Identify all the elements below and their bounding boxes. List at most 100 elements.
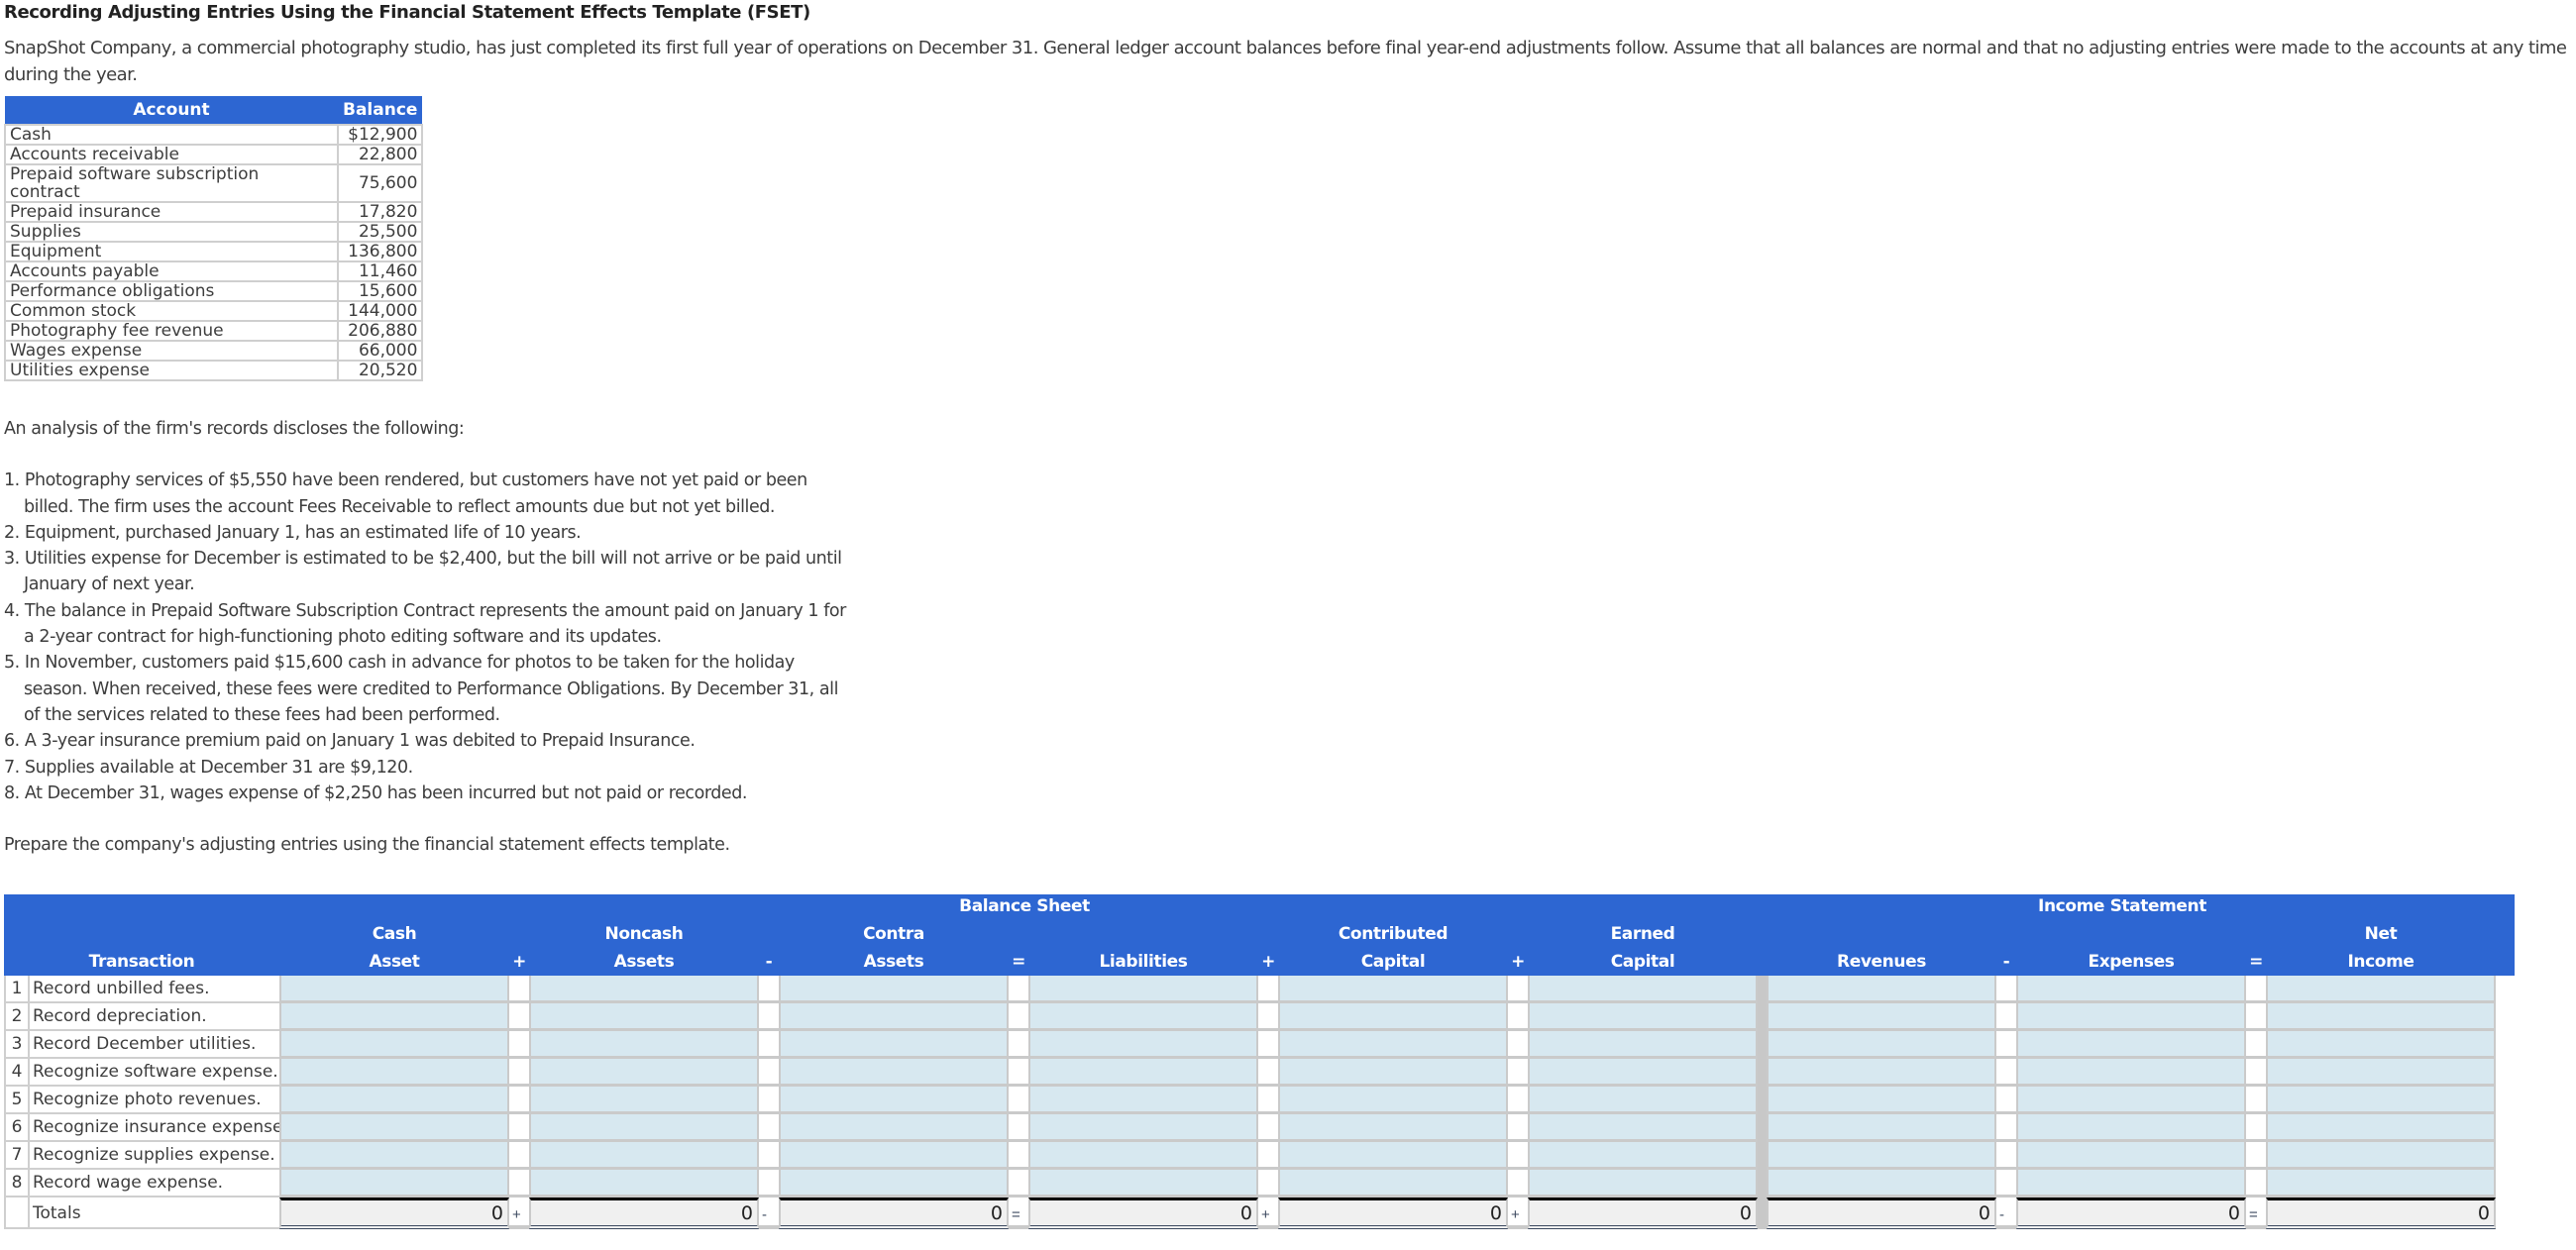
liabilities-input[interactable] <box>1028 1087 1258 1114</box>
earned-input[interactable] <box>1528 1114 1758 1142</box>
operator-spacer <box>1996 1031 2016 1059</box>
contra-input[interactable] <box>779 1059 1009 1087</box>
net-income-input[interactable] <box>2266 1031 2496 1059</box>
cash-input[interactable] <box>279 1059 509 1087</box>
liabilities-input[interactable] <box>1028 976 1258 1003</box>
noncash-input[interactable] <box>529 976 759 1003</box>
operator-spacer <box>2246 1031 2266 1059</box>
earned-input[interactable] <box>1528 1003 1758 1031</box>
contra-input[interactable] <box>779 976 1009 1003</box>
expenses-input[interactable] <box>2016 1170 2246 1198</box>
account-name: Supplies <box>4 221 339 243</box>
contributed-input[interactable] <box>1278 1142 1508 1170</box>
contra-input[interactable] <box>779 1087 1009 1114</box>
account-row: Wages expense 66,000 <box>4 340 424 362</box>
revenues-input[interactable] <box>1767 1087 1996 1114</box>
op-minus: - <box>765 952 773 972</box>
noncash-input[interactable] <box>529 1003 759 1031</box>
liabilities-input[interactable] <box>1028 1114 1258 1142</box>
analysis-item: 3. Utilities expense for December is est… <box>4 549 842 595</box>
contra-input[interactable] <box>779 1031 1009 1059</box>
analysis-item: 5. In November, customers paid $15,600 c… <box>4 653 838 725</box>
account-row: Performance obligations 15,600 <box>4 280 424 302</box>
op-plus: + <box>1261 952 1275 972</box>
cash-input[interactable] <box>279 1142 509 1170</box>
expenses-input[interactable] <box>2016 1059 2246 1087</box>
liabilities-input[interactable] <box>1028 1031 1258 1059</box>
account-balance: 17,820 <box>336 201 424 223</box>
earned-input[interactable] <box>1528 1031 1758 1059</box>
revenues-input[interactable] <box>1767 1059 1996 1087</box>
net-income-input[interactable] <box>2266 1059 2496 1087</box>
transaction-row: 8 Record wage expense. <box>4 1170 2515 1198</box>
transaction-number: 6 <box>4 1114 30 1142</box>
net-income-input[interactable] <box>2266 976 2496 1003</box>
expenses-input[interactable] <box>2016 1003 2246 1031</box>
expenses-input[interactable] <box>2016 1031 2246 1059</box>
cash-input[interactable] <box>279 1170 509 1198</box>
operator-spacer <box>2246 976 2266 1003</box>
account-balance: 66,000 <box>336 340 424 362</box>
revenues-input[interactable] <box>1767 1003 1996 1031</box>
earned-input[interactable] <box>1528 976 1758 1003</box>
revenues-input[interactable] <box>1767 1031 1996 1059</box>
earned-input[interactable] <box>1528 1059 1758 1087</box>
contributed-input[interactable] <box>1278 1114 1508 1142</box>
cash-input[interactable] <box>279 1031 509 1059</box>
operator-spacer <box>1996 1170 2016 1198</box>
account-row: Equipment 136,800 <box>4 241 424 262</box>
operator-spacer <box>2246 1059 2266 1087</box>
liabilities-input[interactable] <box>1028 1142 1258 1170</box>
cash-input[interactable] <box>279 1087 509 1114</box>
revenues-input[interactable] <box>1767 1114 1996 1142</box>
expenses-input[interactable] <box>2016 976 2246 1003</box>
liabilities-input[interactable] <box>1028 1003 1258 1031</box>
noncash-input[interactable] <box>529 1142 759 1170</box>
contributed-input[interactable] <box>1278 976 1508 1003</box>
noncash-input[interactable] <box>529 1031 759 1059</box>
earned-input[interactable] <box>1528 1142 1758 1170</box>
noncash-input[interactable] <box>529 1114 759 1142</box>
operator-spacer <box>759 976 779 1003</box>
noncash-input[interactable] <box>529 1087 759 1114</box>
contributed-input[interactable] <box>1278 1031 1508 1059</box>
noncash-input[interactable] <box>529 1059 759 1087</box>
operator-spacer <box>1258 1059 1278 1087</box>
cash-input[interactable] <box>279 1114 509 1142</box>
operator-spacer <box>1009 1170 1028 1198</box>
contra-input[interactable] <box>779 1170 1009 1198</box>
net-income-input[interactable] <box>2266 1114 2496 1142</box>
cash-input[interactable] <box>279 1003 509 1031</box>
cash-input[interactable] <box>279 976 509 1003</box>
contra-input[interactable] <box>779 1114 1009 1142</box>
net-income-input[interactable] <box>2266 1087 2496 1114</box>
net-income-input[interactable] <box>2266 1003 2496 1031</box>
revenues-input[interactable] <box>1767 1170 1996 1198</box>
contributed-input[interactable] <box>1278 1087 1508 1114</box>
expenses-input[interactable] <box>2016 1114 2246 1142</box>
contributed-input[interactable] <box>1278 1170 1508 1198</box>
account-balance: 15,600 <box>336 280 424 302</box>
liabilities-input[interactable] <box>1028 1059 1258 1087</box>
contributed-input[interactable] <box>1278 1003 1508 1031</box>
account-balance: 22,800 <box>336 144 424 165</box>
revenues-input[interactable] <box>1767 1142 1996 1170</box>
revenues-input[interactable] <box>1767 976 1996 1003</box>
section-divider <box>1758 1198 1767 1229</box>
earned-input[interactable] <box>1528 1170 1758 1198</box>
expenses-input[interactable] <box>2016 1142 2246 1170</box>
contra-input[interactable] <box>779 1142 1009 1170</box>
net-income-input[interactable] <box>2266 1170 2496 1198</box>
income-statement-header: Income Statement <box>2038 896 2206 916</box>
earned-input[interactable] <box>1528 1087 1758 1114</box>
liabilities-input[interactable] <box>1028 1170 1258 1198</box>
totals-operator: - <box>1996 1198 2016 1229</box>
transaction-row: 1 Record unbilled fees. <box>4 976 2515 1003</box>
noncash-input[interactable] <box>529 1170 759 1198</box>
contributed-input[interactable] <box>1278 1059 1508 1087</box>
expenses-input[interactable] <box>2016 1087 2246 1114</box>
contra-input[interactable] <box>779 1003 1009 1031</box>
transaction-label: Record December utilities. <box>30 1031 279 1059</box>
balance-sheet-header: Balance Sheet <box>959 896 1090 916</box>
net-income-input[interactable] <box>2266 1142 2496 1170</box>
